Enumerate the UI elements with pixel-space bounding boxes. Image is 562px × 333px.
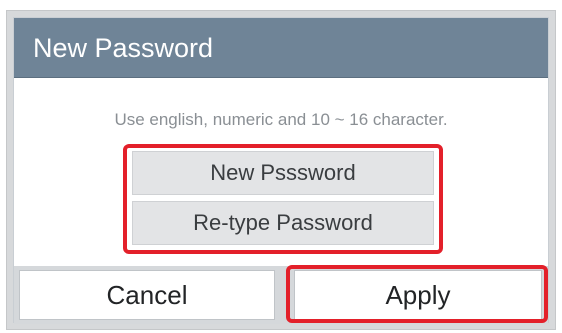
cancel-button[interactable]: Cancel bbox=[19, 270, 275, 320]
dialog-title: New Password bbox=[33, 33, 214, 63]
apply-button[interactable]: Apply bbox=[294, 270, 542, 320]
dialog-titlebar: New Password bbox=[14, 18, 548, 78]
new-password-dialog: New Password Use english, numeric and 10… bbox=[13, 17, 549, 324]
password-hint: Use english, numeric and 10 ~ 16 charact… bbox=[114, 110, 448, 129]
new-password-field[interactable]: New Psssword bbox=[132, 151, 434, 195]
dialog-footer: Cancel Apply bbox=[14, 266, 548, 324]
retype-password-placeholder: Re-type Password bbox=[193, 210, 373, 235]
cancel-button-label: Cancel bbox=[106, 279, 188, 310]
apply-button-label: Apply bbox=[385, 279, 451, 310]
new-password-placeholder: New Psssword bbox=[210, 160, 356, 185]
retype-password-field[interactable]: Re-type Password bbox=[132, 201, 434, 245]
